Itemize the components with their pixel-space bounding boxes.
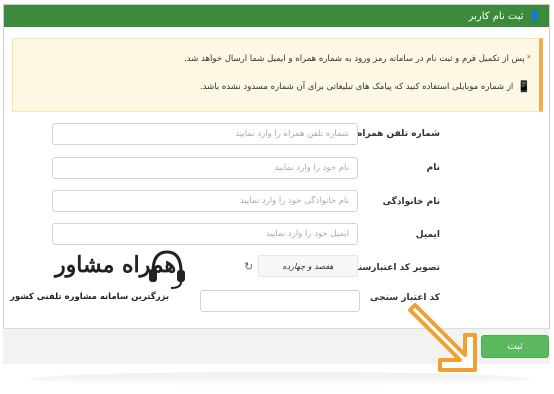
last-name-input[interactable] <box>52 190 358 212</box>
info-alert: *پس از تکمیل فرم و ثبت نام در سامانه رمز… <box>12 38 543 112</box>
mobile-label: شماره تلفن همراه: <box>353 129 440 139</box>
alert-text-1: پس از تکمیل فرم و ثبت نام در سامانه رمز … <box>184 54 525 64</box>
mobile-phone-icon: 📱 <box>517 80 531 93</box>
alert-line-1: *پس از تکمیل فرم و ثبت نام در سامانه رمز… <box>184 54 531 64</box>
captcha-text: هفصد و چهارده <box>282 261 334 271</box>
email-input[interactable] <box>52 223 358 245</box>
user-plus-icon: 👤 <box>528 10 541 22</box>
registration-panel: 👤 ثبت نام کاربر *پس از تکمیل فرم و ثبت ن… <box>3 4 550 364</box>
alert-line-2: 📱 از شماره موبایلی استفاده کنید که پیامک… <box>200 80 531 93</box>
submit-button[interactable]: ثبت <box>481 335 549 358</box>
email-label: ایمیل <box>415 230 440 240</box>
captcha-input-label: کد اعتبار سنجی <box>370 293 440 303</box>
first-name-input[interactable] <box>52 157 358 179</box>
panel-title: ثبت نام کاربر <box>468 10 524 22</box>
alert-text-2: از شماره موبایلی استفاده کنید که پیامک ه… <box>199 81 514 92</box>
last-name-label: نام خانوادگی <box>382 197 440 207</box>
captcha-image: هفصد و چهارده <box>258 255 358 277</box>
refresh-icon[interactable]: ↻ <box>244 260 253 273</box>
panel-header: 👤 ثبت نام کاربر <box>4 5 549 27</box>
required-star: * <box>526 54 531 64</box>
panel-footer: ثبت <box>3 328 550 364</box>
mobile-input[interactable] <box>52 123 358 145</box>
captcha-input[interactable] <box>200 290 360 312</box>
panel-shadow <box>30 372 530 386</box>
first-name-label: نام <box>426 163 440 173</box>
